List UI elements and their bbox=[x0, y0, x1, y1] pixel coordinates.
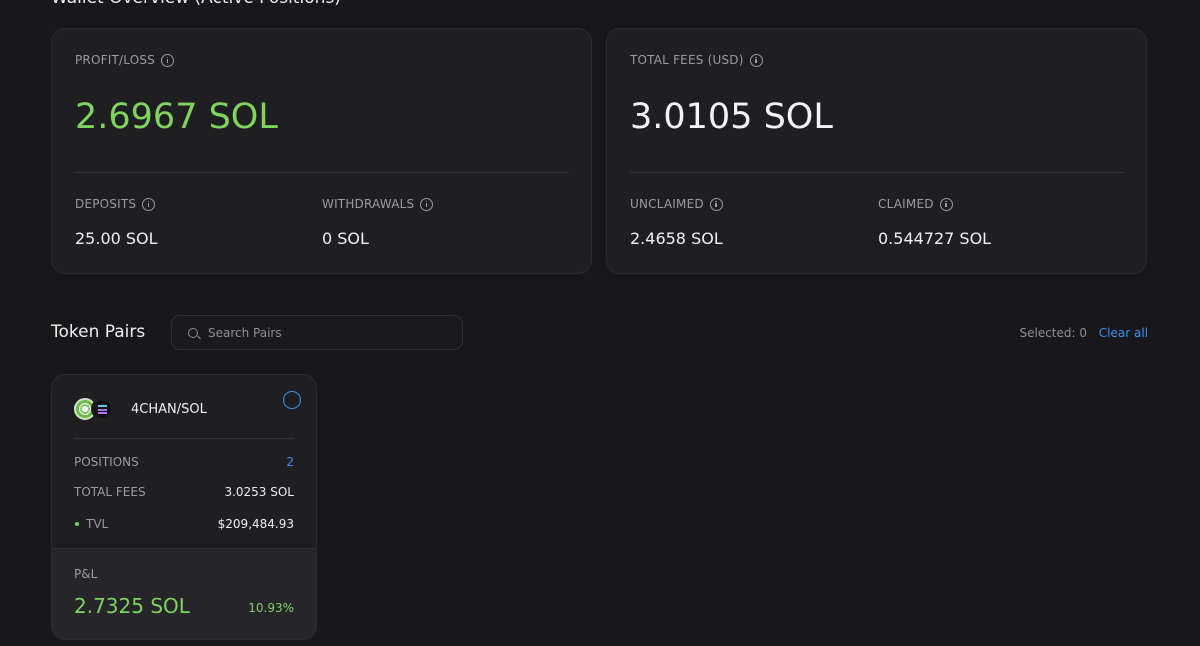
card-total-fees-value: 3.0253 SOL bbox=[224, 485, 294, 499]
pnl-label: P&L bbox=[74, 567, 98, 581]
pnl-percent: 10.93% bbox=[248, 601, 294, 615]
withdrawals-label-group: WITHDRAWALS bbox=[322, 197, 434, 211]
tvl-label: TVL bbox=[86, 517, 109, 531]
positions-label: POSITIONS bbox=[74, 455, 139, 469]
sol-token-icon bbox=[91, 398, 113, 420]
tvl-label-group: TVL bbox=[74, 517, 108, 531]
unclaimed-info-icon[interactable] bbox=[709, 197, 723, 211]
clear-all-link[interactable]: Clear all bbox=[1099, 326, 1148, 340]
wallet-overview-title: Wallet Overview (Active Positions) bbox=[51, 0, 341, 8]
withdrawals-info-icon[interactable] bbox=[420, 197, 434, 211]
withdrawals-label: WITHDRAWALS bbox=[322, 197, 415, 211]
panel-divider bbox=[75, 172, 569, 173]
pair-name: 4CHAN/SOL bbox=[131, 402, 207, 417]
tvl-value: $209,484.93 bbox=[217, 517, 294, 531]
search-icon bbox=[188, 328, 198, 338]
panel-divider bbox=[630, 172, 1124, 173]
wallet-dashboard: Wallet Overview (Active Positions) PROFI… bbox=[0, 0, 1200, 646]
selected-count: Selected: 0 bbox=[1019, 326, 1087, 340]
pnl-section: P&L 2.7325 SOL 10.93% bbox=[52, 548, 316, 639]
claimed-info-icon[interactable] bbox=[939, 197, 953, 211]
search-pairs-input[interactable] bbox=[208, 316, 448, 349]
token-pair-icons bbox=[74, 398, 118, 420]
pnl-value: 2.7325 SOL bbox=[74, 594, 190, 618]
unclaimed-label: UNCLAIMED bbox=[630, 197, 704, 211]
total-fees-label-group: TOTAL FEES (USD) bbox=[630, 53, 763, 67]
total-fees-panel: TOTAL FEES (USD) 3.0105 SOL UNCLAIMED 2.… bbox=[606, 28, 1147, 274]
profit-loss-value: 2.6967 SOL bbox=[75, 97, 278, 137]
unclaimed-value: 2.4658 SOL bbox=[630, 229, 723, 248]
claimed-label: CLAIMED bbox=[878, 197, 934, 211]
withdrawals-value: 0 SOL bbox=[322, 229, 369, 248]
claimed-label-group: CLAIMED bbox=[878, 197, 953, 211]
pair-select-radio[interactable] bbox=[283, 391, 301, 409]
profit-loss-label: PROFIT/LOSS bbox=[75, 53, 155, 67]
claimed-value: 0.544727 SOL bbox=[878, 229, 992, 248]
deposits-label: DEPOSITS bbox=[75, 197, 137, 211]
total-fees-info-icon[interactable] bbox=[749, 53, 763, 67]
tvl-row: TVL $209,484.93 bbox=[74, 517, 294, 531]
profit-loss-label-group: PROFIT/LOSS bbox=[75, 53, 174, 67]
total-fees-value: 3.0105 SOL bbox=[630, 97, 833, 137]
unclaimed-label-group: UNCLAIMED bbox=[630, 197, 723, 211]
profit-loss-info-icon[interactable] bbox=[160, 53, 174, 67]
tvl-status-dot-icon bbox=[75, 522, 79, 526]
total-fees-label: TOTAL FEES (USD) bbox=[630, 53, 744, 67]
deposits-info-icon[interactable] bbox=[142, 197, 156, 211]
profit-loss-panel: PROFIT/LOSS 2.6967 SOL DEPOSITS 25.00 SO… bbox=[51, 28, 592, 274]
token-pairs-title: Token Pairs bbox=[51, 322, 146, 342]
total-fees-row: TOTAL FEES 3.0253 SOL bbox=[74, 485, 294, 499]
token-pair-card[interactable]: 4CHAN/SOL POSITIONS 2 TOTAL FEES 3.0253 … bbox=[51, 374, 317, 640]
deposits-label-group: DEPOSITS bbox=[75, 197, 156, 211]
card-total-fees-label: TOTAL FEES bbox=[74, 485, 146, 499]
deposits-value: 25.00 SOL bbox=[75, 229, 158, 248]
card-divider bbox=[74, 438, 294, 439]
search-pairs-box[interactable] bbox=[171, 315, 463, 350]
positions-row: POSITIONS 2 bbox=[74, 455, 294, 469]
positions-value[interactable]: 2 bbox=[286, 455, 294, 469]
